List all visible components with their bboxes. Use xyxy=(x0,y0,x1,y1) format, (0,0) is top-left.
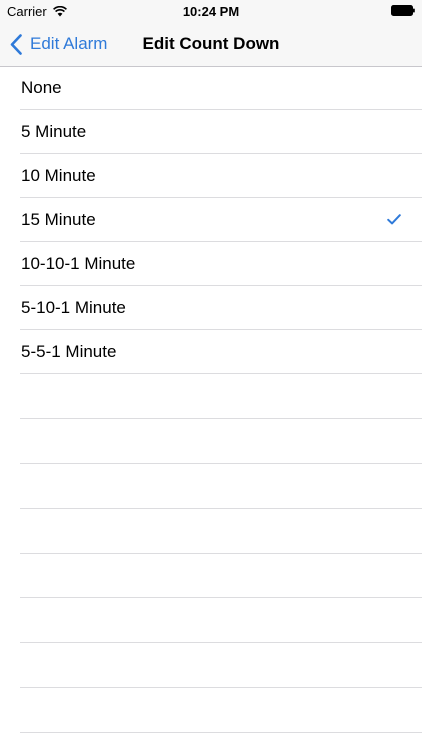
empty-row xyxy=(0,509,422,554)
option-label: 5-5-1 Minute xyxy=(21,342,117,361)
empty-row xyxy=(0,419,422,464)
battery-icon xyxy=(391,5,415,16)
option-label: 5 Minute xyxy=(21,122,87,141)
list-item-selected[interactable]: 15 Minute xyxy=(0,198,422,242)
empty-row xyxy=(0,688,422,734)
status-time: 10:24 PM xyxy=(182,4,240,19)
empty-row xyxy=(0,598,422,644)
list-item[interactable]: 5 Minute xyxy=(0,110,422,154)
option-label: 5-10-1 Minute xyxy=(21,298,126,317)
count-down-options-list: None 5 Minute 10 Minute 15 Minute 10-10-… xyxy=(0,66,422,734)
empty-row xyxy=(0,464,422,509)
checkmark-icon xyxy=(387,214,401,225)
list-item[interactable]: 10-10-1 Minute xyxy=(0,242,422,286)
navigation-bar: Edit Alarm Edit Count Down xyxy=(0,22,422,67)
option-label: None xyxy=(21,78,62,97)
status-bar: Carrier 10:24 PM xyxy=(0,0,422,22)
empty-row xyxy=(0,374,422,419)
option-label: 10-10-1 Minute xyxy=(21,254,136,273)
list-item[interactable]: 10 Minute xyxy=(0,154,422,198)
list-item[interactable]: 5-10-1 Minute xyxy=(0,286,422,330)
option-label: 10 Minute xyxy=(21,166,96,185)
page-title: Edit Count Down xyxy=(142,34,280,53)
list-item[interactable]: None xyxy=(0,66,422,110)
empty-row xyxy=(0,643,422,689)
option-label: 15 Minute xyxy=(21,210,96,229)
list-item[interactable]: 5-5-1 Minute xyxy=(0,330,422,374)
screen: Carrier 10:24 PM Edit Alarm Edit Count D… xyxy=(0,0,422,750)
empty-row xyxy=(0,554,422,599)
